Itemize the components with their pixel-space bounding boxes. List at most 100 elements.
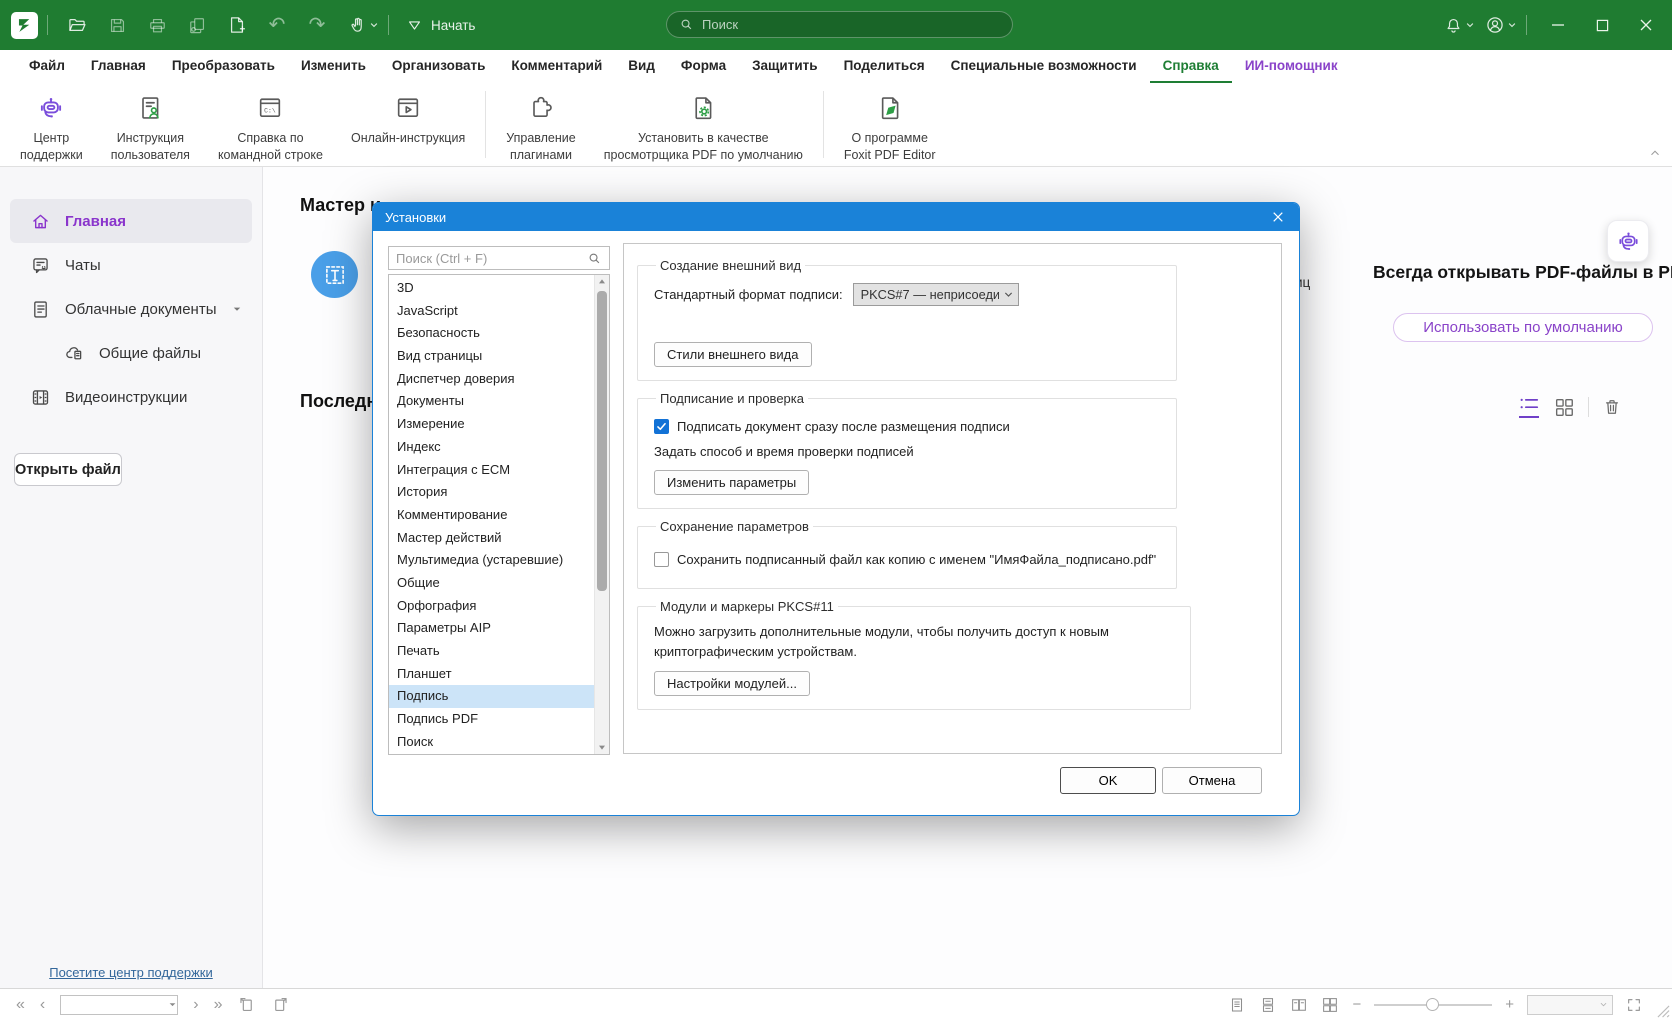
previous-view-button[interactable] [237, 995, 256, 1014]
sidebar-item-shared-files[interactable]: Общие файлы [0, 331, 262, 375]
module-settings-button[interactable]: Настройки модулей... [654, 671, 810, 696]
single-page-view-button[interactable] [1228, 996, 1246, 1014]
category-item[interactable]: Документы [389, 390, 609, 413]
menu-comment[interactable]: Комментарий [498, 50, 615, 83]
about-foxit-button[interactable]: О программеFoxit PDF Editor [830, 83, 950, 164]
previous-page-button[interactable]: ‹ [40, 996, 45, 1014]
start-menu-button[interactable]: Начать [398, 17, 483, 34]
zoom-out-button[interactable]: − [1352, 996, 1361, 1013]
appearance-styles-button[interactable]: Стили внешнего вида [654, 342, 812, 367]
facing-continuous-view-button[interactable] [1321, 996, 1339, 1014]
category-item[interactable]: Интеграция с ECM [389, 459, 609, 482]
notifications-caret-icon[interactable] [1465, 20, 1475, 30]
command-line-help-button[interactable]: C:\ Справка покомандной строке [204, 83, 337, 164]
next-page-button[interactable]: › [193, 996, 198, 1014]
category-item[interactable]: Измерение [389, 413, 609, 436]
category-item[interactable]: JavaScript [389, 300, 609, 323]
zoom-level-dropdown[interactable] [1527, 995, 1613, 1015]
menu-help[interactable]: Справка [1150, 50, 1232, 83]
undo-icon[interactable]: ↶ [257, 7, 297, 43]
category-item[interactable]: Индекс [389, 436, 609, 459]
zoom-in-button[interactable]: + [1505, 996, 1514, 1013]
list-scrollbar[interactable] [594, 275, 609, 754]
category-item[interactable]: Подпись PDF [389, 708, 609, 731]
search-input[interactable] [702, 17, 1000, 32]
menu-organize[interactable]: Организовать [379, 50, 499, 83]
open-file-button[interactable]: Открыть файл [14, 453, 122, 486]
category-item[interactable]: Параметры AIP [389, 617, 609, 640]
set-default-viewer-button[interactable]: Установить в качествепросмотрщика PDF по… [590, 83, 817, 164]
page-number-input[interactable] [61, 998, 168, 1012]
category-item[interactable]: Общие [389, 572, 609, 595]
grid-view-button[interactable] [1553, 396, 1575, 418]
category-item[interactable]: Планшет [389, 663, 609, 686]
sign-immediately-checkbox[interactable] [654, 419, 669, 434]
category-item[interactable]: 3D [389, 277, 609, 300]
dialog-search-input[interactable] [396, 251, 587, 266]
zoom-slider-handle[interactable] [1426, 998, 1439, 1011]
menu-share[interactable]: Поделиться [831, 50, 938, 83]
chevron-down-icon[interactable] [232, 304, 242, 314]
collapse-ribbon-chevron-icon[interactable] [1648, 146, 1662, 160]
category-item[interactable]: Вид страницы [389, 345, 609, 368]
ok-button[interactable]: OK [1060, 767, 1156, 794]
dialog-titlebar[interactable]: Установки [373, 203, 1299, 231]
category-item-selected[interactable]: Подпись [389, 685, 609, 708]
account-caret-icon[interactable] [1507, 20, 1517, 30]
menu-file[interactable]: Файл [16, 50, 78, 83]
category-item[interactable]: Комментирование [389, 504, 609, 527]
redo-icon[interactable]: ↷ [297, 7, 337, 43]
save-icon[interactable] [97, 7, 137, 43]
online-tutorial-button[interactable]: Онлайн-инструкция [337, 83, 479, 147]
category-item[interactable]: Мастер действий [389, 527, 609, 550]
category-item[interactable]: Поиск [389, 731, 609, 754]
category-item[interactable]: Орфография [389, 595, 609, 618]
dialog-close-button[interactable] [1257, 203, 1299, 231]
use-as-default-button[interactable]: Использовать по умолчанию [1393, 313, 1653, 342]
sidebar-item-chats[interactable]: Чаты [0, 243, 262, 287]
resize-grip[interactable] [1657, 1005, 1670, 1018]
continuous-view-button[interactable] [1259, 996, 1277, 1014]
next-view-button[interactable] [271, 995, 290, 1014]
print-icon[interactable] [137, 7, 177, 43]
category-item[interactable]: Мультимедиа (устаревшие) [389, 549, 609, 572]
last-page-button[interactable]: » [214, 996, 223, 1014]
menu-protect[interactable]: Защитить [739, 50, 830, 83]
page-number-box[interactable] [60, 995, 178, 1015]
menu-convert[interactable]: Преобразовать [159, 50, 288, 83]
maximize-button[interactable] [1580, 0, 1624, 50]
menu-home[interactable]: Главная [78, 50, 159, 83]
delete-recent-button[interactable] [1602, 397, 1622, 417]
close-button[interactable] [1624, 0, 1668, 50]
menu-view[interactable]: Вид [615, 50, 668, 83]
ai-assistant-button[interactable] [1607, 220, 1649, 262]
menu-form[interactable]: Форма [668, 50, 739, 83]
list-view-button[interactable] [1518, 395, 1540, 418]
scroll-up-arrow-icon[interactable] [595, 275, 609, 289]
scrollbar-thumb[interactable] [597, 291, 607, 591]
global-search-box[interactable] [666, 11, 1013, 38]
sidebar-item-home[interactable]: Главная [10, 199, 252, 243]
manage-plugins-button[interactable]: Управлениеплагинами [492, 83, 590, 164]
save-signed-copy-checkbox[interactable] [654, 552, 669, 567]
menu-accessibility[interactable]: Специальные возможности [938, 50, 1150, 83]
category-item[interactable]: Печать [389, 640, 609, 663]
change-settings-button[interactable]: Изменить параметры [654, 470, 809, 495]
snapshot-icon[interactable] [177, 7, 217, 43]
sidebar-item-cloud-documents[interactable]: Облачные документы [0, 287, 262, 331]
support-center-link[interactable]: Посетите центр поддержки [0, 965, 262, 980]
menu-ai-assistant[interactable]: ИИ-помощник [1232, 50, 1351, 83]
dialog-search-box[interactable] [388, 246, 610, 270]
category-item[interactable]: История [389, 481, 609, 504]
menu-edit[interactable]: Изменить [288, 50, 379, 83]
facing-view-button[interactable] [1290, 996, 1308, 1014]
scroll-down-arrow-icon[interactable] [595, 740, 609, 754]
minimize-button[interactable] [1536, 0, 1580, 50]
user-manual-button[interactable]: Инструкцияпользователя [97, 83, 204, 164]
signature-format-dropdown[interactable]: PKCS#7 — неприсоедине [853, 283, 1019, 306]
sidebar-item-video-tutorials[interactable]: Видеоинструкции [0, 375, 262, 419]
zoom-slider[interactable] [1374, 1004, 1492, 1006]
cancel-button[interactable]: Отмена [1162, 767, 1262, 794]
category-item[interactable]: Безопасность [389, 322, 609, 345]
support-center-button[interactable]: Центрподдержки [6, 83, 97, 164]
